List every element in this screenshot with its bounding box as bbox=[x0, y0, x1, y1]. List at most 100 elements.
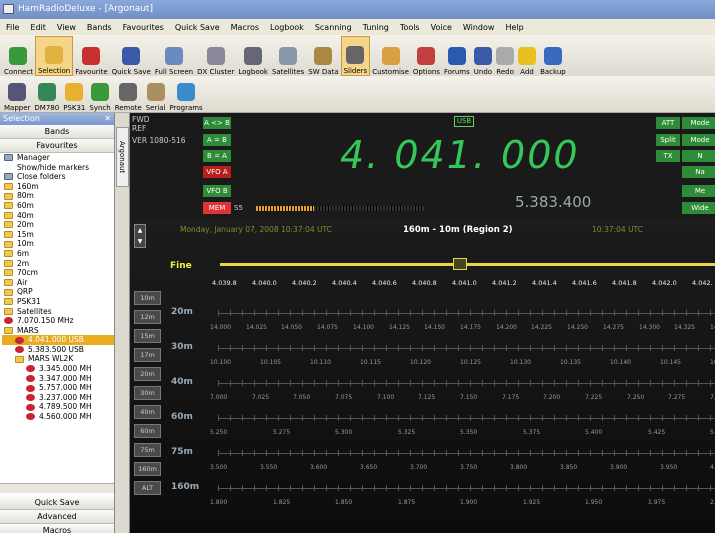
list-item[interactable]: Show/hide markers bbox=[2, 163, 114, 173]
list-item[interactable]: 4.560.000 MH bbox=[2, 412, 114, 422]
redo-button[interactable]: Redo bbox=[494, 36, 516, 76]
list-item[interactable]: 80m bbox=[2, 191, 114, 201]
menu-item-logbook[interactable]: Logbook bbox=[270, 23, 304, 32]
menu-item-tools[interactable]: Tools bbox=[400, 23, 420, 32]
list-item[interactable]: 60m bbox=[2, 201, 114, 211]
menu-item-macros[interactable]: Macros bbox=[231, 23, 259, 32]
list-item[interactable]: PSK31 bbox=[2, 297, 114, 307]
bands-section-button[interactable]: Bands bbox=[0, 125, 114, 139]
list-item[interactable]: 2m bbox=[2, 259, 114, 269]
options-button[interactable]: Options bbox=[411, 36, 442, 76]
vfo-button-vfo-b[interactable]: VFO B bbox=[203, 185, 231, 197]
favourites-tree: Manager Show/hide markers Close folders 160… bbox=[0, 153, 114, 498]
backup-button[interactable]: Backup bbox=[538, 36, 568, 76]
dm780-button[interactable]: DM780 bbox=[32, 72, 61, 112]
menu-item-file[interactable]: File bbox=[6, 23, 19, 32]
sw-data-button[interactable]: SW Data bbox=[306, 36, 340, 76]
list-item[interactable]: Satellites bbox=[2, 307, 114, 317]
dx-cluster-button[interactable]: DX Cluster bbox=[195, 36, 236, 76]
radio-button-mode[interactable]: Mode bbox=[682, 117, 715, 129]
vfo-button-mem[interactable]: MEM bbox=[203, 202, 231, 214]
list-item[interactable]: Air bbox=[2, 278, 114, 288]
vfo-button-a-b[interactable]: A = B bbox=[203, 134, 231, 146]
synch-button[interactable]: Synch bbox=[87, 72, 112, 112]
customise-button[interactable]: Customise bbox=[370, 36, 411, 76]
favourites-section-button[interactable]: Favourites bbox=[0, 139, 114, 153]
add-button[interactable]: Add bbox=[516, 36, 538, 76]
menu-item-voice[interactable]: Voice bbox=[431, 23, 452, 32]
close-icon[interactable]: ✕ bbox=[104, 113, 111, 125]
list-item[interactable]: 3.347.000 MH bbox=[2, 374, 114, 384]
list-item[interactable]: Close folders bbox=[2, 172, 114, 182]
tab-argonaut[interactable]: Argonaut bbox=[116, 127, 129, 187]
band-scale-track[interactable] bbox=[218, 345, 715, 351]
list-item[interactable]: 40m bbox=[2, 211, 114, 221]
vfo-button-vfo-a[interactable]: VFO A bbox=[203, 166, 231, 178]
radio-button-na[interactable]: Na bbox=[682, 166, 715, 178]
menu-item-window[interactable]: Window bbox=[463, 23, 495, 32]
connect-button[interactable]: Connect bbox=[2, 36, 35, 76]
advanced-section-button[interactable]: Advanced bbox=[0, 510, 114, 524]
radio-button-n[interactable]: N bbox=[682, 150, 715, 162]
radio-button-me[interactable]: Me bbox=[682, 185, 715, 197]
sliders-button[interactable]: Sliders bbox=[340, 36, 371, 76]
radio-button-split[interactable]: Split bbox=[656, 134, 680, 146]
list-item[interactable]: 70cm bbox=[2, 268, 114, 278]
remote-button[interactable]: Remote bbox=[113, 72, 144, 112]
list-item[interactable]: 6m bbox=[2, 249, 114, 259]
list-item[interactable]: 4.041.000 USB bbox=[2, 335, 114, 345]
band-scale-track[interactable] bbox=[218, 485, 715, 491]
list-item[interactable]: QRP bbox=[2, 287, 114, 297]
menu-item-edit[interactable]: Edit bbox=[30, 23, 46, 32]
list-item[interactable]: 5.383.500 USB bbox=[2, 345, 114, 355]
list-item[interactable]: 160m bbox=[2, 182, 114, 192]
radio-button-tx[interactable]: TX bbox=[656, 150, 680, 162]
radio-button-att[interactable]: ATT bbox=[656, 117, 680, 129]
menu-item-scanning[interactable]: Scanning bbox=[315, 23, 352, 32]
list-item[interactable]: 3.345.000 MH bbox=[2, 364, 114, 374]
satellites-button[interactable]: Satellites bbox=[270, 36, 306, 76]
mapper-button[interactable]: Mapper bbox=[2, 72, 32, 112]
list-item[interactable]: 10m bbox=[2, 239, 114, 249]
band-scale-track[interactable] bbox=[218, 380, 715, 386]
collapse-toggle[interactable]: ▲ ▼ bbox=[134, 224, 146, 248]
fine-tuning-slider[interactable] bbox=[220, 263, 715, 266]
band-scale-track[interactable] bbox=[218, 450, 715, 456]
selection-button[interactable]: Selection bbox=[34, 36, 74, 76]
radio-button-mode[interactable]: Mode bbox=[682, 134, 715, 146]
vfo-button-b-a[interactable]: B = A bbox=[203, 150, 231, 162]
list-item[interactable]: Manager bbox=[2, 153, 114, 163]
forums-button[interactable]: Forums bbox=[442, 36, 472, 76]
list-item[interactable]: 5.757.000 MH bbox=[2, 383, 114, 393]
psk31-button[interactable]: PSK31 bbox=[61, 72, 87, 112]
menu-item-favourites[interactable]: Favourites bbox=[123, 23, 164, 32]
macros-section-button[interactable]: Macros bbox=[0, 524, 114, 533]
serial-button[interactable]: Serial bbox=[144, 72, 168, 112]
list-item[interactable]: 7.070.150 MHz bbox=[2, 316, 114, 326]
list-item[interactable]: 3.237.000 MH bbox=[2, 393, 114, 403]
band-scale-track[interactable] bbox=[218, 310, 715, 316]
quick-save-section-button[interactable]: Quick Save bbox=[0, 496, 114, 510]
list-item[interactable]: 20m bbox=[2, 220, 114, 230]
full-screen-button[interactable]: Full Screen bbox=[153, 36, 195, 76]
fine-tuning-handle[interactable] bbox=[453, 258, 467, 270]
menu-item-help[interactable]: Help bbox=[505, 23, 523, 32]
menu-item-view[interactable]: View bbox=[57, 23, 76, 32]
menu-item-quick-save[interactable]: Quick Save bbox=[175, 23, 220, 32]
favourite-button[interactable]: Favourite bbox=[73, 36, 109, 76]
list-item[interactable]: 15m bbox=[2, 230, 114, 240]
list-item[interactable]: MARS WL2K bbox=[2, 354, 114, 364]
logbook-button[interactable]: Logbook bbox=[236, 36, 270, 76]
list-item[interactable]: 4.789.500 MH bbox=[2, 402, 114, 412]
quick-save-button[interactable]: Quick Save bbox=[110, 36, 153, 76]
menu-item-tuning[interactable]: Tuning bbox=[363, 23, 389, 32]
vfo-button-a-b[interactable]: A <> B bbox=[203, 117, 231, 129]
programs-button[interactable]: Programs bbox=[168, 72, 205, 112]
band-scale-track[interactable] bbox=[218, 415, 715, 421]
folder-icon bbox=[4, 288, 13, 296]
menu-item-bands[interactable]: Bands bbox=[87, 23, 112, 32]
radio-button-wide[interactable]: Wide bbox=[682, 202, 715, 214]
horizontal-scrollbar[interactable] bbox=[0, 483, 114, 493]
undo-button[interactable]: Undo bbox=[472, 36, 494, 76]
list-item[interactable]: MARS bbox=[2, 326, 114, 336]
